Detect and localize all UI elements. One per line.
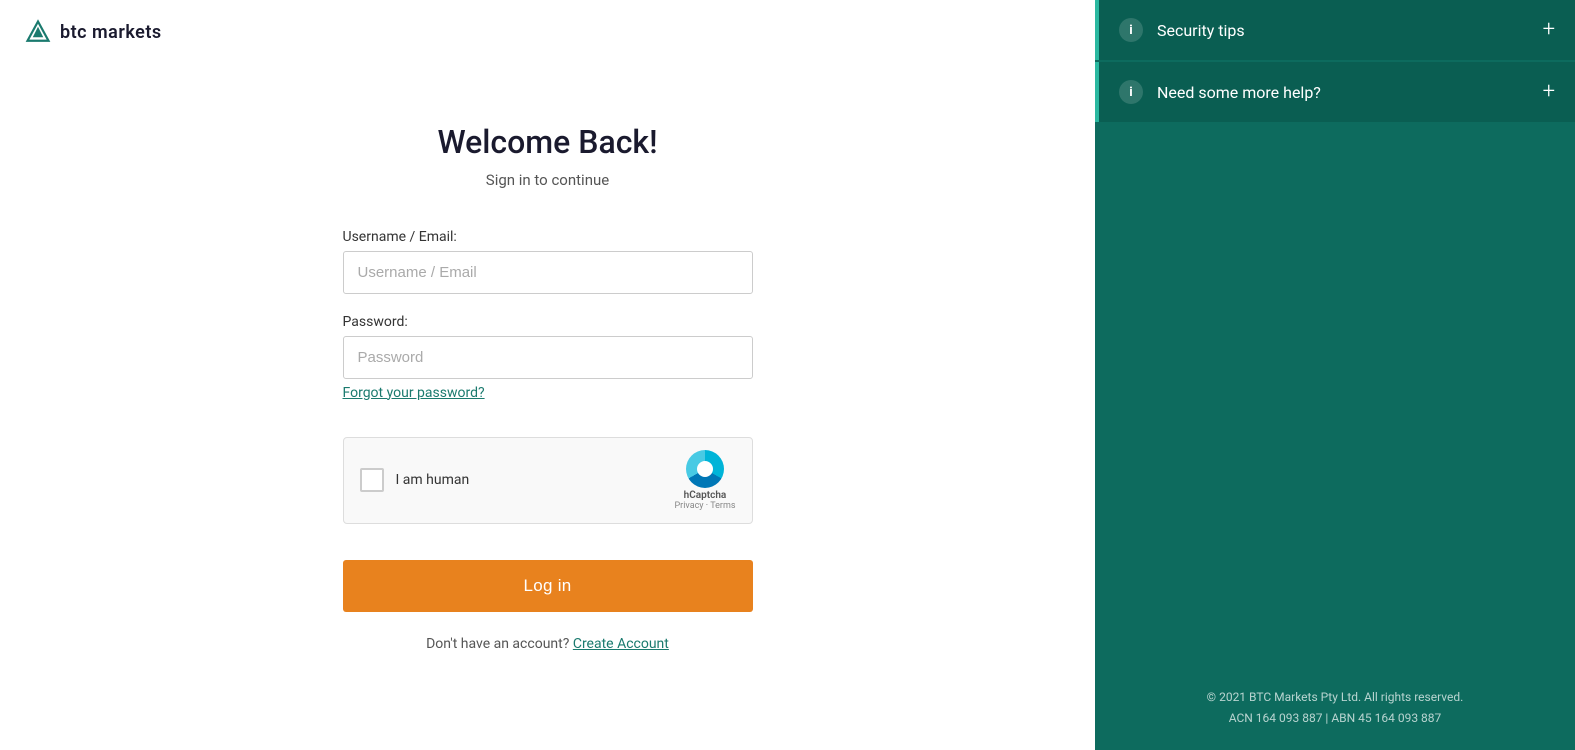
footer-acn: ACN 164 093 887 | ABN 45 164 093 887 [1095, 708, 1575, 730]
accordion-item-need-help[interactable]: i Need some more help? + [1095, 62, 1575, 122]
password-form-group: Password: Forgot your password? [343, 314, 753, 401]
captcha-checkbox[interactable] [360, 468, 384, 492]
accordion-item-security-tips[interactable]: i Security tips + [1095, 0, 1575, 60]
forgot-password-link[interactable]: Forgot your password? [343, 385, 485, 401]
captcha-brand: hCaptcha [684, 490, 727, 501]
info-icon-security: i [1119, 18, 1143, 42]
captcha-widget[interactable]: I am human hCaptcha Privacy · Terms [343, 437, 753, 524]
accordion-header-left: i Security tips [1119, 18, 1245, 42]
accordion-expand-security: + [1543, 19, 1555, 41]
captcha-logo-circle [686, 450, 724, 488]
password-label: Password: [343, 314, 753, 330]
accordion-title-help: Need some more help? [1157, 83, 1321, 102]
captcha-label: I am human [396, 472, 470, 488]
accordion-title-security: Security tips [1157, 21, 1245, 40]
welcome-title: Welcome Back! [437, 123, 657, 161]
username-input[interactable] [343, 251, 753, 294]
create-account-link[interactable]: Create Account [573, 636, 669, 652]
accordion-header-left-help: i Need some more help? [1119, 80, 1321, 104]
info-icon-help: i [1119, 80, 1143, 104]
username-form-group: Username / Email: [343, 229, 753, 294]
sign-in-subtitle: Sign in to continue [486, 171, 609, 189]
login-button[interactable]: Log in [343, 560, 753, 612]
captcha-links[interactable]: Privacy · Terms [674, 501, 735, 511]
right-footer: © 2021 BTC Markets Pty Ltd. All rights r… [1095, 687, 1575, 730]
username-label: Username / Email: [343, 229, 753, 245]
no-account-label: Don't have an account? [426, 636, 569, 652]
create-account-text: Don't have an account? Create Account [426, 636, 669, 652]
left-panel: btc markets Welcome Back! Sign in to con… [0, 0, 1095, 750]
captcha-logo-area: hCaptcha Privacy · Terms [674, 450, 735, 511]
captcha-left: I am human [360, 468, 470, 492]
accordion-header-security-tips: i Security tips + [1099, 0, 1575, 60]
accordion-header-need-help: i Need some more help? + [1099, 62, 1575, 122]
password-input[interactable] [343, 336, 753, 379]
login-form-container: Welcome Back! Sign in to continue Userna… [0, 24, 1095, 750]
captcha-logo-inner [697, 461, 713, 477]
right-panel: i Security tips + i Need some more help?… [1095, 0, 1575, 750]
accordion-expand-help: + [1543, 81, 1555, 103]
footer-copyright: © 2021 BTC Markets Pty Ltd. All rights r… [1095, 687, 1575, 709]
